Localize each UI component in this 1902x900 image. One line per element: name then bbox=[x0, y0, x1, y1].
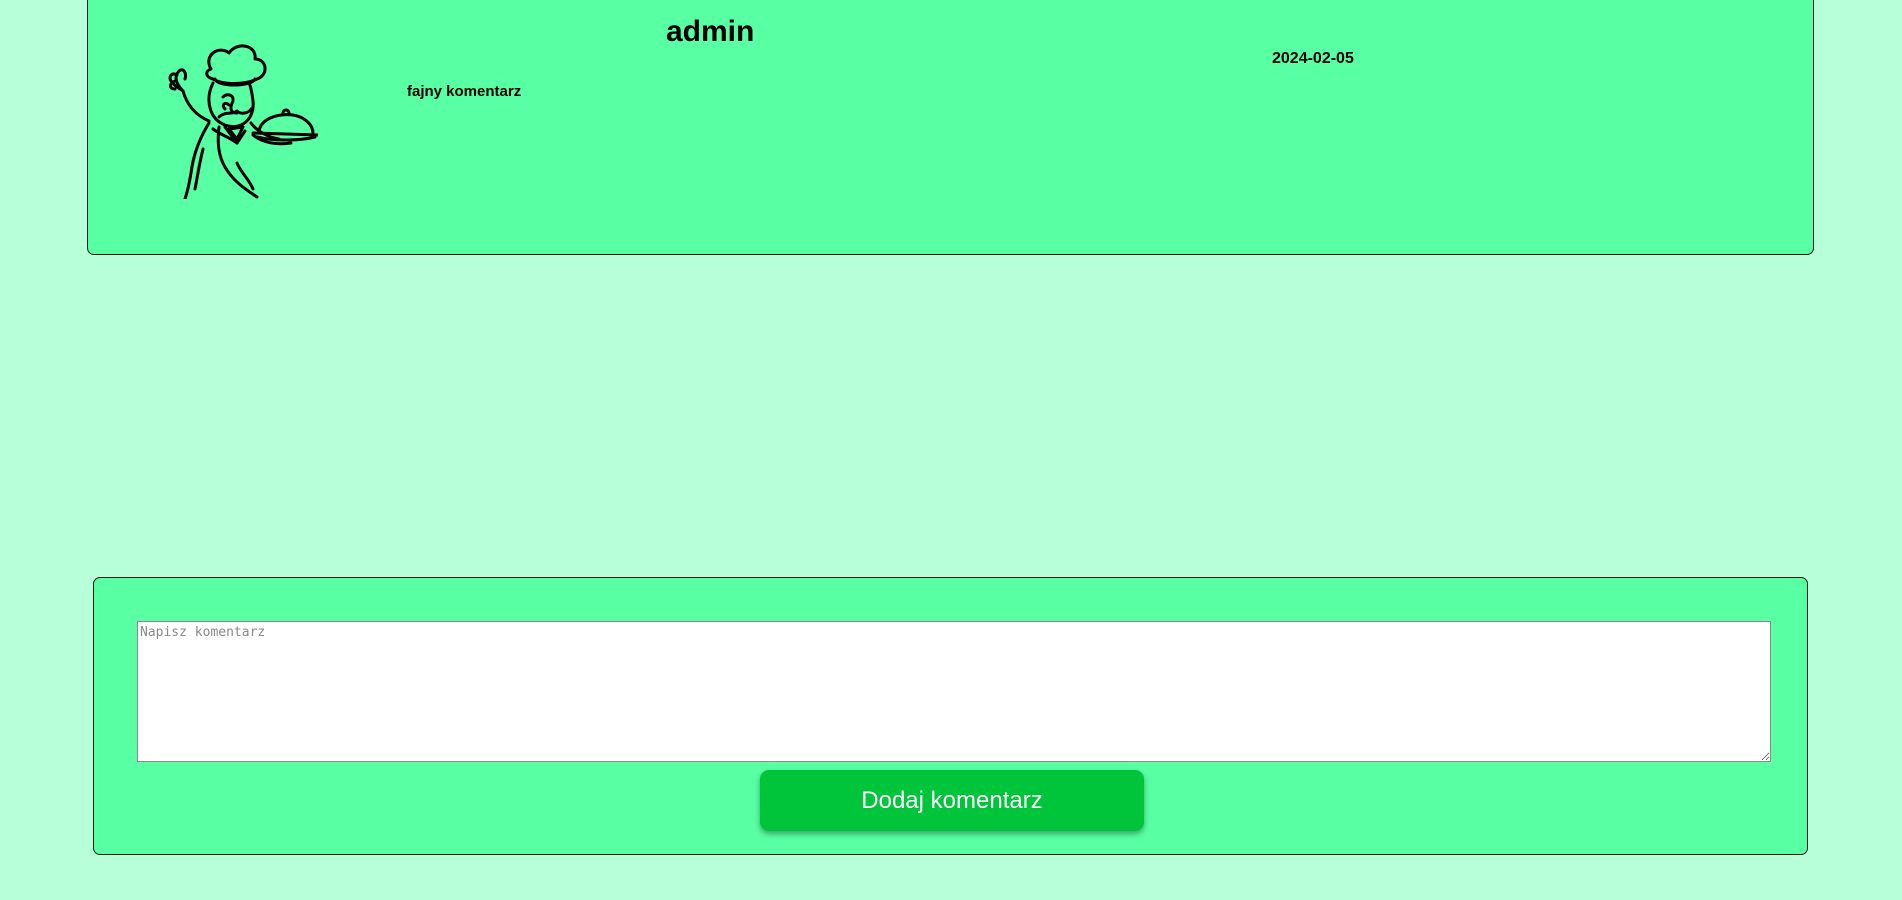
comment-text: fajny komentarz bbox=[407, 83, 522, 100]
add-comment-button[interactable]: Dodaj komentarz bbox=[760, 770, 1144, 831]
comment-username: admin bbox=[666, 15, 755, 48]
comment-card: admin fajny komentarz 2024-02-05 bbox=[87, 0, 1814, 255]
chef-avatar-icon bbox=[168, 44, 318, 199]
comment-date: 2024-02-05 bbox=[1272, 50, 1354, 67]
add-comment-form: Dodaj komentarz bbox=[93, 577, 1808, 855]
comment-input[interactable] bbox=[137, 621, 1771, 762]
